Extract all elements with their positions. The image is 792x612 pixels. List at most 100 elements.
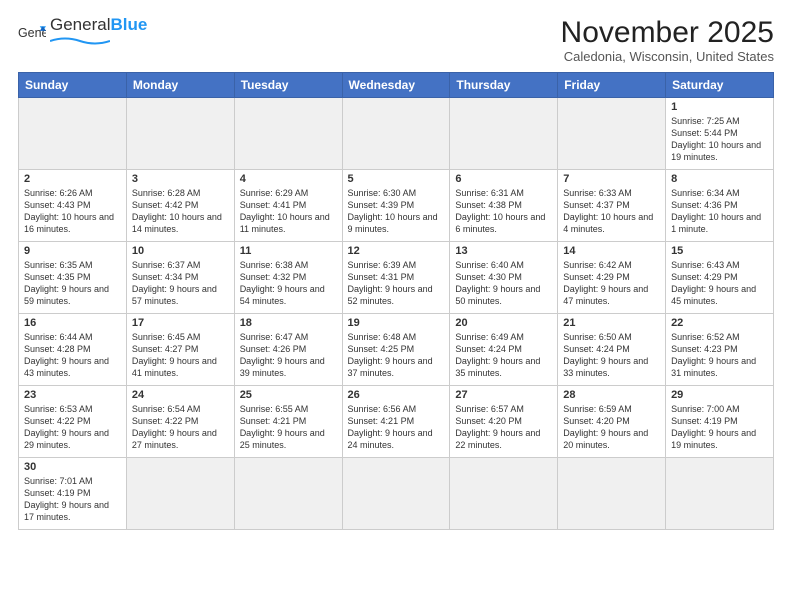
calendar-cell	[666, 458, 774, 530]
day-info: Sunrise: 6:47 AM Sunset: 4:26 PM Dayligh…	[240, 331, 337, 380]
calendar-cell: 22 Sunrise: 6:52 AM Sunset: 4:23 PM Dayli…	[666, 314, 774, 386]
day-info: Sunrise: 6:29 AM Sunset: 4:41 PM Dayligh…	[240, 187, 337, 236]
calendar-cell: 30Sunrise: 7:01 AM Sunset: 4:19 PM Dayli…	[19, 458, 127, 530]
day-info: Sunrise: 7:25 AM Sunset: 5:44 PM Dayligh…	[671, 115, 768, 164]
calendar-cell: 1Sunrise: 7:25 AM Sunset: 5:44 PM Daylig…	[666, 98, 774, 170]
calendar-table: SundayMondayTuesdayWednesdayThursdayFrid…	[18, 72, 774, 530]
day-info: Sunrise: 6:26 AM Sunset: 4:43 PM Dayligh…	[24, 187, 121, 236]
day-number: 13	[455, 245, 552, 257]
calendar-cell	[126, 458, 234, 530]
day-number: 15	[671, 245, 768, 257]
calendar-cell: 16Sunrise: 6:44 AM Sunset: 4:28 PM Dayli…	[19, 314, 127, 386]
logo: General GeneralBlue	[18, 16, 147, 51]
day-info: Sunrise: 6:42 AM Sunset: 4:29 PM Dayligh…	[563, 259, 660, 308]
day-info: Sunrise: 6:59 AM Sunset: 4:20 PM Dayligh…	[563, 403, 660, 452]
calendar-cell: 18 Sunrise: 6:47 AM Sunset: 4:26 PM Dayli…	[234, 314, 342, 386]
day-number: 27	[455, 389, 552, 401]
title-block: November 2025 Caledonia, Wisconsin, Unit…	[561, 16, 774, 64]
day-info: Sunrise: 6:53 AM Sunset: 4:22 PM Dayligh…	[24, 403, 121, 452]
day-number: 8	[671, 173, 768, 185]
calendar-week-2: 9Sunrise: 6:35 AM Sunset: 4:35 PM Daylig…	[19, 242, 774, 314]
calendar-cell: 13Sunrise: 6:40 AM Sunset: 4:30 PM Dayli…	[450, 242, 558, 314]
calendar-cell: 7 Sunrise: 6:33 AM Sunset: 4:37 PM Daylig…	[558, 170, 666, 242]
calendar-cell: 10Sunrise: 6:37 AM Sunset: 4:34 PM Dayli…	[126, 242, 234, 314]
day-number: 20	[455, 317, 552, 329]
col-header-wednesday: Wednesday	[342, 73, 450, 98]
calendar-cell: 8 Sunrise: 6:34 AM Sunset: 4:36 PM Daylig…	[666, 170, 774, 242]
day-info: Sunrise: 6:34 AM Sunset: 4:36 PM Dayligh…	[671, 187, 768, 236]
calendar-cell: 20 Sunrise: 6:49 AM Sunset: 4:24 PM Dayli…	[450, 314, 558, 386]
calendar-cell: 15 Sunrise: 6:43 AM Sunset: 4:29 PM Dayli…	[666, 242, 774, 314]
day-number: 23	[24, 389, 121, 401]
calendar-header-row: SundayMondayTuesdayWednesdayThursdayFrid…	[19, 73, 774, 98]
day-info: Sunrise: 6:57 AM Sunset: 4:20 PM Dayligh…	[455, 403, 552, 452]
calendar-cell: 19Sunrise: 6:48 AM Sunset: 4:25 PM Dayli…	[342, 314, 450, 386]
col-header-monday: Monday	[126, 73, 234, 98]
calendar-cell: 26 Sunrise: 6:56 AM Sunset: 4:21 PM Dayli…	[342, 386, 450, 458]
day-info: Sunrise: 6:31 AM Sunset: 4:38 PM Dayligh…	[455, 187, 552, 236]
calendar-week-4: 23 Sunrise: 6:53 AM Sunset: 4:22 PM Dayli…	[19, 386, 774, 458]
calendar-cell: 23 Sunrise: 6:53 AM Sunset: 4:22 PM Dayli…	[19, 386, 127, 458]
col-header-tuesday: Tuesday	[234, 73, 342, 98]
day-number: 12	[348, 245, 445, 257]
day-info: Sunrise: 6:52 AM Sunset: 4:23 PM Dayligh…	[671, 331, 768, 380]
calendar-week-3: 16Sunrise: 6:44 AM Sunset: 4:28 PM Dayli…	[19, 314, 774, 386]
calendar-cell: 9Sunrise: 6:35 AM Sunset: 4:35 PM Daylig…	[19, 242, 127, 314]
logo-blue: Blue	[110, 15, 147, 34]
day-number: 18	[240, 317, 337, 329]
day-number: 6	[455, 173, 552, 185]
calendar-cell: 12 Sunrise: 6:39 AM Sunset: 4:31 PM Dayli…	[342, 242, 450, 314]
day-info: Sunrise: 7:01 AM Sunset: 4:19 PM Dayligh…	[24, 475, 121, 524]
location: Caledonia, Wisconsin, United States	[561, 49, 774, 64]
day-number: 16	[24, 317, 121, 329]
day-info: Sunrise: 6:43 AM Sunset: 4:29 PM Dayligh…	[671, 259, 768, 308]
day-number: 2	[24, 173, 121, 185]
logo-wave	[50, 36, 110, 46]
col-header-saturday: Saturday	[666, 73, 774, 98]
day-info: Sunrise: 6:35 AM Sunset: 4:35 PM Dayligh…	[24, 259, 121, 308]
calendar-cell: 2 Sunrise: 6:26 AM Sunset: 4:43 PM Daylig…	[19, 170, 127, 242]
page: General GeneralBlue November 2025 Caledo…	[0, 0, 792, 612]
calendar-week-5: 30Sunrise: 7:01 AM Sunset: 4:19 PM Dayli…	[19, 458, 774, 530]
calendar-cell	[450, 98, 558, 170]
calendar-cell	[558, 458, 666, 530]
day-info: Sunrise: 6:33 AM Sunset: 4:37 PM Dayligh…	[563, 187, 660, 236]
day-number: 3	[132, 173, 229, 185]
day-info: Sunrise: 6:56 AM Sunset: 4:21 PM Dayligh…	[348, 403, 445, 452]
col-header-friday: Friday	[558, 73, 666, 98]
day-number: 26	[348, 389, 445, 401]
calendar-cell: 5Sunrise: 6:30 AM Sunset: 4:39 PM Daylig…	[342, 170, 450, 242]
day-number: 14	[563, 245, 660, 257]
calendar-cell	[19, 98, 127, 170]
day-number: 22	[671, 317, 768, 329]
calendar-week-0: 1Sunrise: 7:25 AM Sunset: 5:44 PM Daylig…	[19, 98, 774, 170]
calendar-cell: 21Sunrise: 6:50 AM Sunset: 4:24 PM Dayli…	[558, 314, 666, 386]
calendar-cell: 28Sunrise: 6:59 AM Sunset: 4:20 PM Dayli…	[558, 386, 666, 458]
day-info: Sunrise: 7:00 AM Sunset: 4:19 PM Dayligh…	[671, 403, 768, 452]
day-info: Sunrise: 6:49 AM Sunset: 4:24 PM Dayligh…	[455, 331, 552, 380]
day-info: Sunrise: 6:39 AM Sunset: 4:31 PM Dayligh…	[348, 259, 445, 308]
calendar-cell	[342, 98, 450, 170]
calendar-cell	[342, 458, 450, 530]
day-number: 4	[240, 173, 337, 185]
calendar-cell: 29Sunrise: 7:00 AM Sunset: 4:19 PM Dayli…	[666, 386, 774, 458]
calendar-cell	[558, 98, 666, 170]
generalblue-logo-icon: General	[18, 20, 46, 48]
day-number: 7	[563, 173, 660, 185]
calendar-cell	[126, 98, 234, 170]
day-info: Sunrise: 6:38 AM Sunset: 4:32 PM Dayligh…	[240, 259, 337, 308]
day-info: Sunrise: 6:48 AM Sunset: 4:25 PM Dayligh…	[348, 331, 445, 380]
day-info: Sunrise: 6:37 AM Sunset: 4:34 PM Dayligh…	[132, 259, 229, 308]
day-number: 17	[132, 317, 229, 329]
col-header-thursday: Thursday	[450, 73, 558, 98]
calendar-cell	[450, 458, 558, 530]
day-info: Sunrise: 6:54 AM Sunset: 4:22 PM Dayligh…	[132, 403, 229, 452]
day-number: 24	[132, 389, 229, 401]
month-title: November 2025	[561, 16, 774, 49]
calendar-cell: 11 Sunrise: 6:38 AM Sunset: 4:32 PM Dayli…	[234, 242, 342, 314]
day-number: 11	[240, 245, 337, 257]
calendar-week-1: 2 Sunrise: 6:26 AM Sunset: 4:43 PM Daylig…	[19, 170, 774, 242]
day-info: Sunrise: 6:55 AM Sunset: 4:21 PM Dayligh…	[240, 403, 337, 452]
day-number: 21	[563, 317, 660, 329]
calendar-cell: 6 Sunrise: 6:31 AM Sunset: 4:38 PM Daylig…	[450, 170, 558, 242]
